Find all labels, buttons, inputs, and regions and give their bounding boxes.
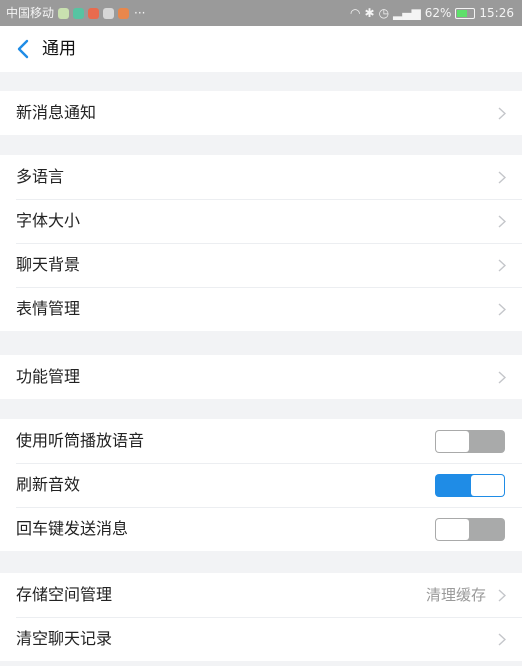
settings-item-earpiece-playback: 使用听筒播放语音 <box>0 419 522 463</box>
settings-item-language[interactable]: 多语言 <box>0 155 522 199</box>
status-bar: 中国移动 ··· ◠ ✱ ◷ ▂▄▆ 62% 15:26 <box>0 0 522 26</box>
settings-group-notifications: 新消息通知 <box>0 91 522 135</box>
clear-cache-hint: 清理缓存 <box>425 586 486 604</box>
refresh-sound-toggle[interactable] <box>435 474 505 497</box>
chevron-right-icon <box>498 171 506 184</box>
battery-percent: 62% <box>424 6 452 20</box>
settings-item-label: 表情管理 <box>16 299 81 318</box>
title-bar: 通用 <box>0 26 522 72</box>
settings-item-label: 存储空间管理 <box>16 585 113 604</box>
settings-item-feature-management[interactable]: 功能管理 <box>0 355 522 399</box>
chevron-right-icon <box>498 589 506 602</box>
settings-group-storage: 存储空间管理 清理缓存 清空聊天记录 <box>0 573 522 661</box>
back-arrow-icon[interactable] <box>14 39 34 59</box>
chevron-right-icon <box>498 303 506 316</box>
chevron-right-icon <box>498 107 506 120</box>
settings-item-label: 回车键发送消息 <box>16 519 129 538</box>
chevron-right-icon <box>498 215 506 228</box>
clock: 15:26 <box>479 6 514 20</box>
toggle-knob <box>471 475 504 496</box>
settings-item-new-message-notification[interactable]: 新消息通知 <box>0 91 522 135</box>
earpiece-playback-toggle[interactable] <box>435 430 505 453</box>
settings-item-label: 刷新音效 <box>16 475 81 494</box>
alarm-icon: ◷ <box>378 6 390 20</box>
battery-icon <box>455 7 476 19</box>
signal-icon: ▂▄▆ <box>393 6 421 20</box>
settings-group-features: 功能管理 <box>0 355 522 399</box>
settings-group-toggles: 使用听筒播放语音 刷新音效 回车键发送消息 <box>0 419 522 551</box>
app-notification-icon <box>73 7 85 19</box>
enter-to-send-toggle[interactable] <box>435 518 505 541</box>
settings-item-storage-management[interactable]: 存储空间管理 清理缓存 <box>0 573 522 617</box>
more-notifications-indicator: ··· <box>134 6 146 20</box>
settings-item-enter-to-send: 回车键发送消息 <box>0 507 522 551</box>
page-title: 通用 <box>42 39 76 59</box>
app-notification-icon <box>88 7 100 19</box>
settings-item-label: 新消息通知 <box>16 103 97 122</box>
app-notification-icon <box>103 7 115 19</box>
chevron-right-icon <box>498 371 506 384</box>
carrier-name: 中国移动 <box>6 6 55 20</box>
bluetooth-icon: ✱ <box>364 6 375 20</box>
wechat-notification-icon <box>58 7 70 19</box>
chevron-right-icon <box>498 259 506 272</box>
settings-item-font-size[interactable]: 字体大小 <box>0 199 522 243</box>
settings-item-label: 使用听筒播放语音 <box>16 431 145 450</box>
toggle-knob <box>436 431 469 452</box>
settings-item-label: 功能管理 <box>16 367 81 386</box>
settings-item-sticker-management[interactable]: 表情管理 <box>0 287 522 331</box>
chevron-right-icon <box>498 633 506 646</box>
settings-item-label: 多语言 <box>16 167 65 186</box>
settings-item-refresh-sound: 刷新音效 <box>0 463 522 507</box>
app-notification-icon <box>118 7 130 19</box>
settings-item-label: 聊天背景 <box>16 255 81 274</box>
settings-item-chat-background[interactable]: 聊天背景 <box>0 243 522 287</box>
toggle-knob <box>436 519 469 540</box>
wifi-icon: ◠ <box>350 6 361 20</box>
settings-item-clear-chat-history[interactable]: 清空聊天记录 <box>0 617 522 661</box>
settings-item-label: 字体大小 <box>16 211 81 230</box>
settings-item-label: 清空聊天记录 <box>16 629 113 648</box>
settings-group-display: 多语言 字体大小 聊天背景 表情管理 <box>0 155 522 331</box>
